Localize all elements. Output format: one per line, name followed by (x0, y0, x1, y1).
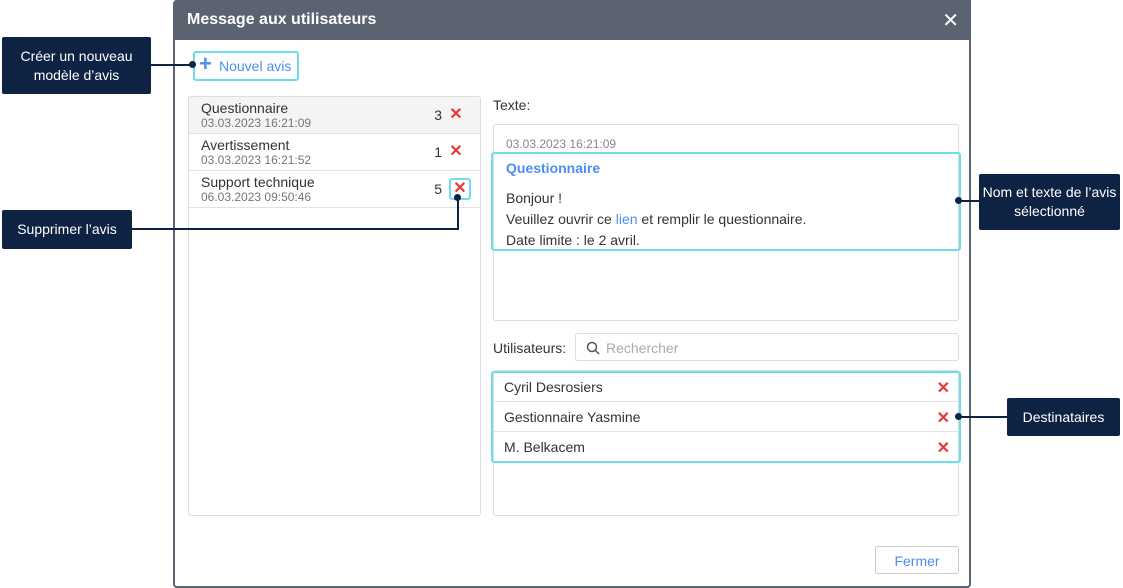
close-button[interactable]: Fermer (875, 546, 959, 574)
notice-date: 03.03.2023 16:21:52 (201, 153, 312, 167)
message-line: Bonjour ! (506, 190, 563, 206)
notice-name: Avertissement (201, 137, 290, 153)
search-icon (586, 341, 600, 355)
callout-dot (955, 413, 962, 420)
delete-icon[interactable]: ✕ (446, 143, 466, 163)
callout-line (457, 197, 459, 230)
text-label: Texte: (493, 97, 531, 113)
notice-count: 1 (434, 144, 442, 160)
message-link[interactable]: lien (616, 211, 638, 227)
message-title: Questionnaire (506, 160, 601, 176)
notice-item[interactable]: Support technique 06.03.2023 09:50:46 5 ✕ (189, 171, 480, 208)
callout-recipients: Destinataires (1007, 398, 1120, 436)
selected-message: Questionnaire Bonjour ! Veuillez ouvrir … (491, 152, 961, 251)
close-icon[interactable]: ✕ (942, 8, 959, 33)
new-notice-button[interactable]: + Nouvel avis (193, 51, 299, 81)
notice-item[interactable]: Questionnaire 03.03.2023 16:21:09 3 ✕ (189, 97, 480, 134)
message-date: 03.03.2023 16:21:09 (506, 137, 617, 151)
callout-dot (955, 197, 962, 204)
text: et remplir le questionnaire. (637, 211, 807, 227)
dialog-title: Message aux utilisateurs (175, 0, 971, 40)
delete-icon[interactable]: ✕ (446, 106, 466, 126)
callout-delete: Supprimer l’avis (2, 210, 132, 249)
message-line: Date limite : le 2 avril. (506, 232, 640, 248)
user-search-input[interactable]: Rechercher (575, 333, 959, 361)
callout-line (132, 228, 459, 230)
notice-count: 5 (434, 181, 442, 197)
callout-dot (189, 61, 196, 68)
notice-name: Questionnaire (201, 100, 289, 116)
callout-line (151, 64, 193, 66)
notice-date: 03.03.2023 16:21:09 (201, 116, 312, 130)
notice-item[interactable]: Avertissement 03.03.2023 16:21:52 1 ✕ (189, 134, 480, 171)
notice-name: Support technique (201, 174, 315, 190)
message-line: Veuillez ouvrir ce lien et remplir le qu… (506, 209, 946, 230)
callout-dot (454, 194, 461, 201)
message-dialog: Message aux utilisateurs ✕ + Nouvel avis … (173, 0, 971, 588)
callout-line (958, 416, 1007, 418)
callout-create: Créer un nouveau modèle d’avis (2, 37, 151, 94)
notice-count: 3 (434, 107, 442, 123)
notice-date: 06.03.2023 09:50:46 (201, 190, 312, 204)
users-label: Utilisateurs: (493, 340, 567, 356)
new-notice-label: Nouvel avis (219, 58, 292, 74)
recipients-highlight (491, 371, 961, 463)
search-placeholder: Rechercher (606, 340, 679, 356)
plus-icon: + (199, 51, 212, 76)
text: Veuillez ouvrir ce (506, 211, 616, 227)
notice-list: Questionnaire 03.03.2023 16:21:09 3 ✕ Avert… (188, 96, 481, 516)
callout-selected: Nom et texte de l’avis sélectionné (979, 174, 1120, 230)
